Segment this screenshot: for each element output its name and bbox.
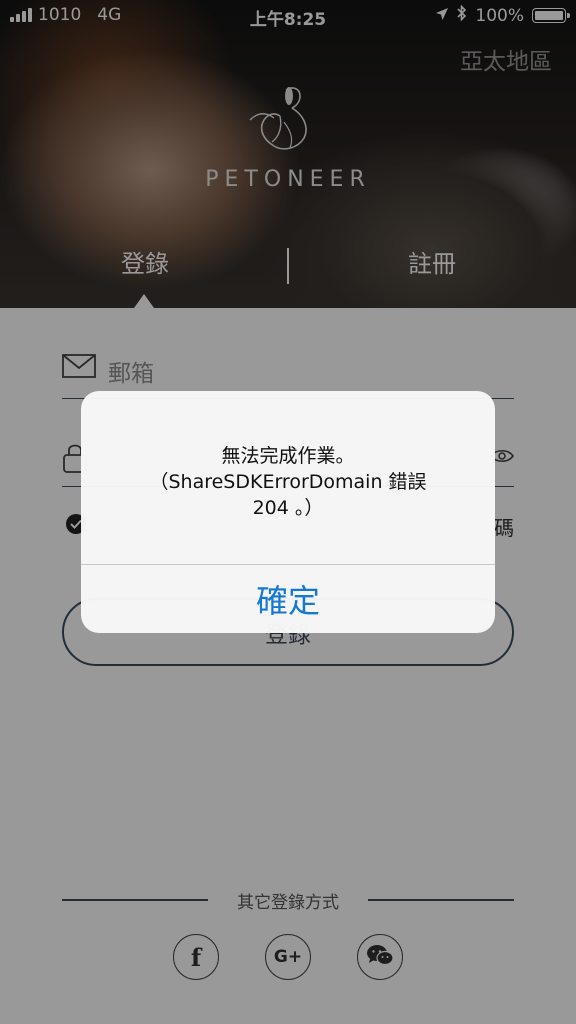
alert-message: 無法完成作業。 （ShareSDKErrorDomain 錯誤 204 。）	[149, 445, 427, 519]
error-alert-dialog: 無法完成作業。 （ShareSDKErrorDomain 錯誤 204 。） 確…	[81, 391, 495, 633]
app-screen: 1010 4G 上午8:25 100% 亞太地區 PETONEER 登錄 註冊 …	[0, 0, 576, 1024]
alert-confirm-button[interactable]: 確定	[81, 565, 495, 633]
